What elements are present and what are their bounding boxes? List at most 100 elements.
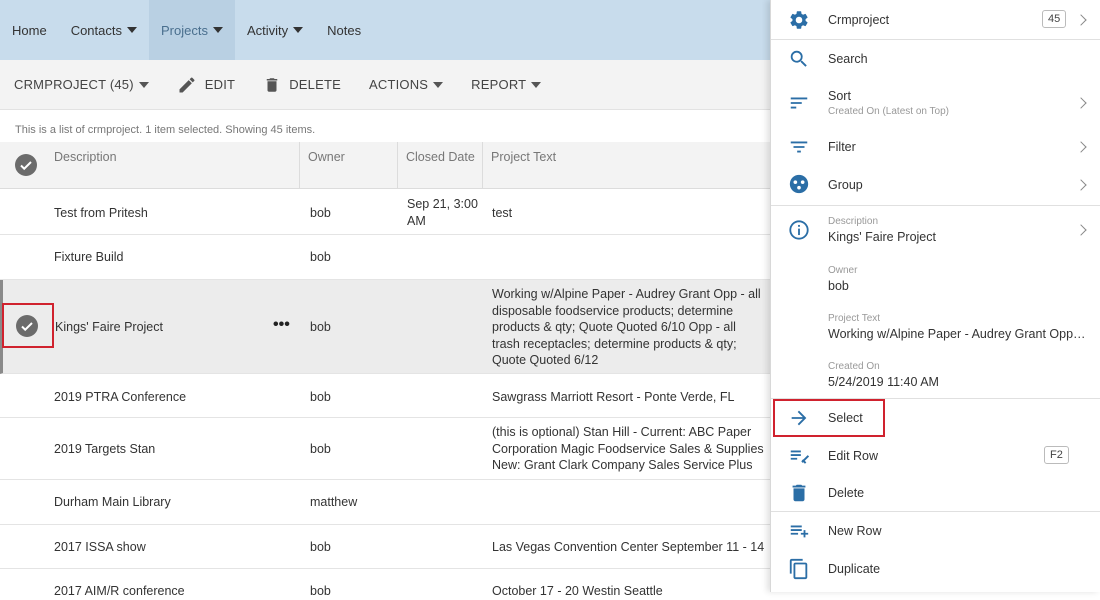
cell-owner: bob [310,540,331,554]
detail-owner-value: bob [828,279,849,293]
nav-activity[interactable]: Activity [235,0,315,60]
column-header-owner[interactable]: Owner [308,142,345,189]
panel-sort-item[interactable]: Sort Created On (Latest on Top) [771,80,1100,128]
top-nav: Home Contacts Projects Activity Notes [0,0,770,60]
table-row[interactable]: 2019 Targets Stan bob (this is optional)… [0,418,770,480]
nav-activity-label: Activity [246,22,289,38]
table-row[interactable]: Fixture Build bob [0,235,770,280]
nav-notes[interactable]: Notes [315,0,373,60]
detail-project-text-label: Project Text [828,313,881,324]
nav-projects[interactable]: Projects [149,0,235,60]
closed-date-line: Sep 21, 3:00 [407,197,478,211]
panel-edit-row-label: Edit Row [828,449,879,463]
panel-group-item[interactable]: Group [771,166,1100,204]
delete-button[interactable]: DELETE [249,60,355,110]
table-row[interactable]: Durham Main Library matthew [0,480,770,525]
column-divider [397,142,398,189]
actions-dropdown[interactable]: ACTIONS [355,60,457,110]
table-row[interactable]: 2017 AIM/R conference bob October 17 - 2… [0,569,770,598]
cell-project-text: (this is optional) Stan Hill - Current: … [492,424,767,474]
highlight-box [2,303,54,348]
trash-icon [792,484,806,502]
panel-duplicate-label: Duplicate [828,562,881,576]
nav-contacts[interactable]: Contacts [59,0,149,60]
panel-entity-label: Crmproject [828,13,890,27]
shortcut-badge: F2 [1044,446,1069,464]
caret-down-icon [212,27,223,33]
cell-owner: bob [310,584,331,598]
cell-owner: matthew [310,495,358,509]
list-info-text: This is a list of crmproject. 1 item sel… [15,124,316,136]
select-all-check-icon[interactable] [15,154,37,176]
table-row[interactable]: 2019 PTRA Conference bob Sawgrass Marrio… [0,374,770,418]
add-row-icon [790,525,809,538]
nav-home[interactable]: Home [0,0,59,60]
panel-entity-item[interactable]: Crmproject 45 [771,0,1100,40]
panel-delete-label: Delete [828,486,865,500]
report-label: REPORT [471,77,527,92]
more-options-icon[interactable]: ••• [273,316,290,334]
cell-owner: bob [310,320,331,334]
trash-icon [266,77,278,92]
project-text-line: Quote Quoted 6/12 [492,353,599,367]
column-header-description[interactable]: Description [54,142,117,189]
nav-projects-label: Projects [161,22,208,38]
panel-duplicate-item[interactable]: Duplicate [771,550,1100,588]
caret-down-icon [293,27,304,33]
project-text-line: trash receptacles; determine products & … [492,336,737,351]
panel-filter-item[interactable]: Filter [771,128,1100,166]
collection-label: CRMPROJECT (45) [14,77,134,92]
info-icon [789,220,809,240]
detail-owner-label: Owner [828,265,858,276]
table-row[interactable]: Test from Pritesh bob Sep 21, 3:00 AM te… [0,189,770,235]
panel-delete-item[interactable]: Delete [771,475,1100,512]
project-text-line: New: Grant Clark Company Sales Service P… [492,458,753,472]
column-divider [299,142,300,189]
panel-new-row-item[interactable]: New Row [771,512,1100,550]
actions-label: ACTIONS [368,77,429,92]
panel-record-details[interactable]: Description Kings' Faire Project Owner b… [771,206,1100,396]
delete-label: DELETE [289,77,341,92]
detail-created-on-value: 5/24/2019 11:40 AM [828,375,939,389]
caret-down-icon [127,27,137,33]
cell-description: Fixture Build [54,250,124,264]
cell-project-text: Las Vegas Convention Center September 11… [492,540,765,554]
detail-description-value: Kings' Faire Project [828,230,936,244]
caret-down-icon [433,81,444,88]
panel-search-item[interactable]: Search [771,40,1100,78]
panel-edit-row-item[interactable]: Edit Row F2 [771,437,1100,475]
collection-dropdown[interactable]: CRMPROJECT (45) [0,60,163,110]
caret-down-icon [531,81,542,88]
nav-notes-label: Notes [327,22,362,38]
table-row[interactable]: 2017 ISSA show bob Las Vegas Convention … [0,525,770,569]
panel-search-label: Search [828,52,868,66]
edit-button[interactable]: EDIT [163,60,249,110]
column-header-closed-date[interactable]: Closed Date [406,142,475,189]
cell-owner: bob [310,250,331,264]
pencil-icon [179,76,195,92]
cell-project-text: test [492,206,513,220]
cell-project-text: Working w/Alpine Paper - Audrey Grant Op… [492,286,767,369]
cell-description: 2017 AIM/R conference [54,584,185,598]
cell-description: 2019 Targets Stan [54,442,156,456]
nav-home-label: Home [12,22,47,38]
detail-created-on-label: Created On [828,361,880,372]
chevron-right-icon [1075,141,1087,153]
cell-owner: bob [310,390,331,404]
cell-description: Durham Main Library [54,495,171,509]
table-header: Description Owner Closed Date Project Te… [0,142,770,189]
project-text-line: products & qty; Quote Quoted 6/10 Opp - … [492,320,736,334]
panel-sort-subtitle: Created On (Latest on Top) [828,106,949,117]
highlight-box [773,399,885,437]
chevron-right-icon [1075,97,1087,109]
panel-sort-label: Sort [828,89,851,103]
report-dropdown[interactable]: REPORT [457,60,555,110]
column-header-project-text[interactable]: Project Text [491,142,556,189]
cell-description: 2019 PTRA Conference [54,390,187,404]
cell-description: 2017 ISSA show [54,540,146,554]
cell-owner: bob [310,206,331,220]
panel-new-row-label: New Row [828,524,882,538]
table-row-selected[interactable]: Kings' Faire Project ••• bob Working w/A… [0,280,770,374]
project-text-line: disposable foodservice products; determi… [492,303,734,318]
edit-row-icon [790,450,810,464]
